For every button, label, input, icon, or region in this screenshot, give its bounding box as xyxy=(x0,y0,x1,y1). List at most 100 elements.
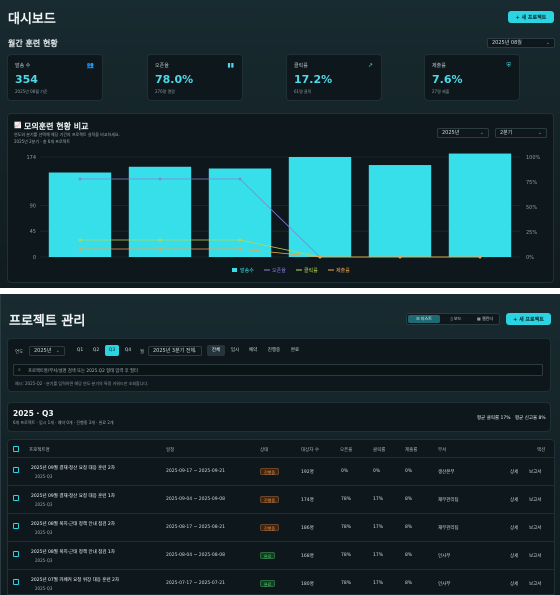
detail-button[interactable]: 상세 xyxy=(510,553,518,559)
legend-label: 제출률 xyxy=(336,267,350,274)
col-open: 오픈율 xyxy=(340,448,353,453)
status-badge: 진행중 xyxy=(260,468,280,475)
bar xyxy=(288,157,352,257)
project-name[interactable]: 2025년 09월 결재·정산 요청 대응 훈련 1차 xyxy=(31,493,115,499)
y-tick-label: 0 xyxy=(33,255,36,261)
project-quarter: 2025-Q3 xyxy=(35,474,53,479)
col-date: 일정 xyxy=(166,448,175,453)
bar xyxy=(448,153,512,257)
project-date: 2025-07-17 ~ 2025-07-21 xyxy=(166,581,225,586)
report-button[interactable]: 보고서 xyxy=(529,497,541,503)
department: 재무관리팀 xyxy=(438,526,459,531)
submit-rate: 8% xyxy=(405,497,413,502)
quarter-title: 2025 · Q3 xyxy=(13,409,54,418)
select-all-checkbox[interactable] xyxy=(13,446,19,452)
report-button[interactable]: 보고서 xyxy=(529,525,541,531)
avg-report: 평균 신고율 8% xyxy=(515,416,546,421)
view-calendar-button[interactable]: ▦ 캘린더 xyxy=(471,315,499,323)
col-dept: 부서 xyxy=(438,448,447,453)
col-name: 프로젝트명 xyxy=(29,448,50,453)
submit-rate: 8% xyxy=(405,525,413,530)
department: 인사부 xyxy=(438,554,451,559)
project-date: 2025-08-17 ~ 2025-08-21 xyxy=(166,525,225,530)
row-checkbox[interactable] xyxy=(13,467,19,473)
row-checkbox[interactable] xyxy=(13,495,19,501)
avg-click: 평균 클릭률 17% xyxy=(477,416,511,421)
report-button[interactable]: 보고서 xyxy=(529,469,541,475)
status-badge: 완료 xyxy=(260,580,276,587)
legend-label: 발송수 xyxy=(240,267,254,274)
row-checkbox[interactable] xyxy=(13,579,19,585)
status-done[interactable]: 완료 xyxy=(287,345,303,356)
table-row[interactable]: 2025년 08월 복지·근태 정책 안내 점검 2차 2025-Q3 2025-0… xyxy=(7,513,555,541)
submit-rate: 0% xyxy=(405,469,413,474)
y-tick-label: 90 xyxy=(30,203,36,209)
data-point xyxy=(398,255,402,259)
table-row[interactable]: 2025년 08월 복지·근태 정책 안내 점검 1차 2025-Q3 2025-0… xyxy=(7,541,555,569)
open-rate: 78% xyxy=(341,581,352,586)
department: 생산본부 xyxy=(438,470,455,475)
row-checkbox[interactable] xyxy=(13,523,19,529)
quarter-sub: 6개 프로젝트 · 임시 1개 · 예약 0개 · 진행중 3개 · 완료 2개 xyxy=(13,420,114,425)
legend-label: 클릭률 xyxy=(304,267,318,274)
click-rate: 17% xyxy=(373,525,384,530)
project-name[interactable]: 2025년 08월 복지·근태 정책 안내 점검 1차 xyxy=(31,549,115,555)
data-point xyxy=(158,238,162,242)
target-count: 174명 xyxy=(301,498,314,503)
quarter-q1[interactable]: Q1 xyxy=(73,345,87,356)
report-button[interactable]: 보고서 xyxy=(529,553,541,559)
view-list-button[interactable]: ☰ 리스트 xyxy=(408,315,440,323)
y2-tick-label: 50% xyxy=(526,205,537,211)
table-row[interactable]: 2025년 09월 결재·정산 요청 대응 훈련 1차 2025-Q3 2025-0… xyxy=(7,485,555,513)
projects-panel: 프로젝트 관리 ☰ 리스트 ▯ 보드 ▦ 캘린더 + 새 프로젝트 연도 202… xyxy=(0,294,560,595)
project-month-select[interactable]: 2025년 3분기 전체 ⌄ xyxy=(148,346,202,356)
data-point xyxy=(238,247,242,251)
target-count: 186명 xyxy=(301,526,314,531)
search-placeholder: 프로젝트명/부서/설명 검색 또는 2025.Q2 형태 입력 후 필터 xyxy=(28,369,138,374)
project-date: 2025-08-04 ~ 2025-08-08 xyxy=(166,553,225,558)
status-scheduled[interactable]: 예약 xyxy=(245,345,261,356)
detail-button[interactable]: 상세 xyxy=(510,497,518,503)
view-toggle: ☰ 리스트 ▯ 보드 ▦ 캘린더 xyxy=(406,313,500,325)
detail-button[interactable]: 상세 xyxy=(510,525,518,531)
target-count: 180명 xyxy=(301,582,314,587)
project-date: 2025-09-17 ~ 2025-09-21 xyxy=(166,469,225,474)
project-date: 2025-09-04 ~ 2025-09-08 xyxy=(166,497,225,502)
y-tick-label: 45 xyxy=(30,229,36,235)
quarter-q2[interactable]: Q2 xyxy=(89,345,103,356)
project-year-select[interactable]: 2025년 ⌄ xyxy=(29,346,65,356)
report-button[interactable]: 보고서 xyxy=(529,581,541,587)
table-row[interactable]: 2025년 07월 카페커 요청 위장 대응 훈련 2차 2025-Q3 2025-… xyxy=(7,569,555,595)
search-input[interactable]: ⌕ 프로젝트명/부서/설명 검색 또는 2025.Q2 형태 입력 후 필터 xyxy=(13,364,543,376)
calendar-icon: ▦ xyxy=(476,316,481,321)
department: 인사부 xyxy=(438,582,451,587)
search-hint: 예시: 2025-Q2 · 분기를 입력하면 해당 연도·분기의 특정 키워드만… xyxy=(15,381,149,386)
data-point xyxy=(78,177,82,181)
data-point xyxy=(318,255,322,259)
new-project-button-2[interactable]: + 새 프로젝트 xyxy=(506,313,551,325)
y2-tick-label: 75% xyxy=(526,180,537,186)
project-name[interactable]: 2025년 07월 카페커 요청 위장 대응 훈련 2차 xyxy=(31,577,119,583)
col-action: 액션 xyxy=(537,448,546,453)
status-in-progress[interactable]: 진행중 xyxy=(263,345,285,356)
table-row[interactable]: 2025년 09월 결재·정산 요청 대응 훈련 2차 2025-Q3 2025-0… xyxy=(7,457,555,485)
quarter-q4[interactable]: Q4 xyxy=(121,345,135,356)
quarter-q3[interactable]: Q3 xyxy=(105,345,119,356)
project-name[interactable]: 2025년 08월 복지·근태 정책 안내 점검 2차 xyxy=(31,521,115,527)
project-name[interactable]: 2025년 09월 결재·정산 요청 대응 훈련 2차 xyxy=(31,465,115,471)
y2-tick-label: 0% xyxy=(526,255,534,261)
legend-label: 오픈율 xyxy=(272,268,286,274)
submit-rate: 8% xyxy=(405,581,413,586)
data-point xyxy=(158,247,162,251)
row-checkbox[interactable] xyxy=(13,551,19,557)
detail-button[interactable]: 상세 xyxy=(510,581,518,587)
department: 재무관리팀 xyxy=(438,498,459,503)
data-point xyxy=(238,238,242,242)
status-draft[interactable]: 임시 xyxy=(227,345,243,356)
detail-button[interactable]: 상세 xyxy=(510,469,518,475)
view-board-button[interactable]: ▯ 보드 xyxy=(442,315,470,323)
projects-title: 프로젝트 관리 xyxy=(9,314,86,329)
col-click: 클릭률 xyxy=(373,448,386,453)
status-all[interactable]: 전체 xyxy=(207,345,225,356)
target-count: 168명 xyxy=(301,554,314,559)
